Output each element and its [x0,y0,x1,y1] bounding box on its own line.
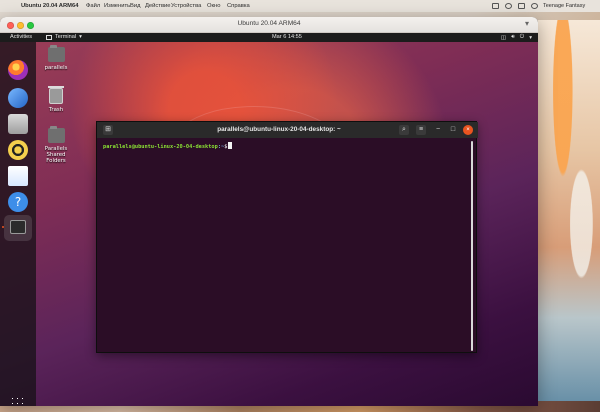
firefox-icon[interactable] [8,60,28,80]
mac-menu-view[interactable]: Вид [130,3,141,9]
files-icon[interactable] [8,114,28,134]
help-icon[interactable]: ? [8,192,28,212]
music-icon[interactable] [8,140,28,160]
desktop-item-parallels-shared-folders[interactable]: Parallels Shared Folders [36,126,76,164]
mac-menu-file[interactable]: Файл [86,3,100,9]
close-icon[interactable]: × [463,125,473,135]
mac-menu-devices[interactable]: Устройства [171,3,201,9]
mac-menu-window[interactable]: Окно [207,3,220,9]
prompt-symbol: $ [224,144,228,150]
close-window-icon[interactable] [7,22,14,29]
music-icon[interactable] [531,3,538,9]
activities-button[interactable]: Activities [10,34,32,40]
active-app-indicator [2,226,4,228]
trash-icon [48,86,64,104]
terminal-menu-label: Terminal [55,34,77,40]
document-icon[interactable] [8,166,28,186]
ubuntu-dock: ? [0,42,36,406]
desktop-item-trash[interactable]: Trash [36,86,76,113]
menu-icon[interactable]: ≡ [416,125,426,135]
mac-menu-bar: Ubuntu 20.04 ARM64 Файл Изменить Вид Дей… [0,0,600,12]
minimize-window-icon[interactable] [17,22,24,29]
new-tab-icon[interactable]: ⊞ [103,125,113,135]
mac-wallpaper-right [538,20,600,412]
power-icon[interactable]: ⏻ [520,34,524,41]
ubuntu-top-bar: Activities Terminal ▾ Mar 6 14:55 ◫ 🔊︎ ⏻… [0,33,538,42]
desktop-item-label: Trash [48,107,64,113]
clock[interactable]: Mar 6 14:55 [272,34,302,40]
more-icon[interactable]: ▾ [525,20,529,28]
terminal-dock-item[interactable] [4,215,32,241]
apps-grid-icon[interactable] [10,396,26,406]
search-icon[interactable]: ⌕ [399,125,409,135]
system-tray[interactable]: ◫ 🔊︎ ⏻ ▾ [501,34,532,41]
mac-menu-help[interactable]: Справка [227,3,250,9]
mac-menu-action[interactable]: Действие [145,3,170,9]
battery-icon[interactable] [492,3,499,9]
desktop-item-label: Parallels Shared Folders [44,146,68,164]
mac-app-name[interactable]: Ubuntu 20.04 ARM64 [21,3,78,9]
folder-icon [47,126,65,143]
control-center-icon[interactable] [518,3,525,9]
terminal-scrollbar[interactable] [471,141,473,351]
terminal-icon [10,220,26,234]
wifi-icon[interactable] [505,3,512,9]
mail-icon[interactable] [8,88,28,108]
vm-titlebar[interactable]: Ubuntu 20.04 ARM64 ▾ [0,17,538,33]
maximize-icon[interactable]: □ [448,125,458,135]
prompt-user-host: parallels@ubuntu-linux-20-04-desktop [103,144,218,150]
vm-window-title: Ubuntu 20.04 ARM64 [237,20,301,27]
mac-profile-name[interactable]: Teenage Fantasy [543,3,585,9]
chevron-down-icon: ▾ [79,34,82,40]
minimize-icon[interactable]: − [433,125,443,135]
text-cursor [228,142,233,149]
folder-icon [47,45,65,62]
terminal-window[interactable]: ⊞ parallels@ubuntu-linux-20-04-desktop: … [96,121,478,354]
desktop-item-label: parallels [44,65,68,71]
terminal-headerbar[interactable]: ⊞ parallels@ubuntu-linux-20-04-desktop: … [97,122,478,138]
terminal-app-menu[interactable]: Terminal ▾ [46,34,82,40]
desktop-item-parallels[interactable]: parallels [36,45,76,71]
mac-menu-edit[interactable]: Изменить [104,3,130,9]
fullscreen-window-icon[interactable] [27,22,34,29]
terminal-small-icon [46,34,52,40]
screen-root: { "mac_menubar": { "app_name": "Ubuntu 2… [0,0,600,412]
terminal-content[interactable]: parallels@ubuntu-linux-20-04-desktop:~$ [97,138,478,354]
volume-icon[interactable]: 🔊︎ [511,34,515,41]
chevron-down-icon[interactable]: ▾ [529,35,532,41]
network-icon[interactable]: ◫ [501,35,506,41]
terminal-title: parallels@ubuntu-linux-20-04-desktop: ~ [217,126,341,133]
